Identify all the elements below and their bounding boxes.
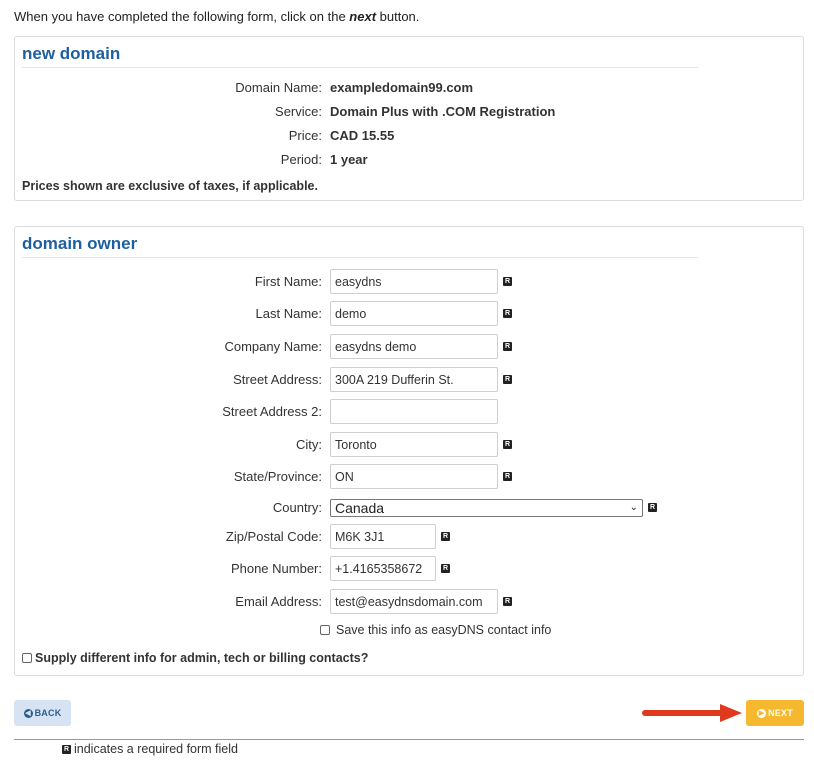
required-icon: R	[648, 503, 657, 512]
service-value: Domain Plus with .COM Registration	[330, 103, 556, 119]
street2-row: Street Address 2:	[15, 399, 498, 424]
required-icon: R	[503, 342, 512, 351]
supply-different-label: Supply different info for admin, tech or…	[35, 651, 369, 665]
country-select[interactable]: Canada ⌄	[330, 498, 643, 517]
required-icon: R	[503, 375, 512, 384]
domain-owner-panel: domain owner First Name: R Last Name: R …	[14, 226, 804, 676]
state-row: State/Province: R	[15, 464, 512, 489]
save-contact-checkbox[interactable]	[320, 625, 330, 635]
supply-different-row[interactable]: Supply different info for admin, tech or…	[22, 651, 368, 665]
street2-label: Street Address 2:	[222, 404, 322, 419]
street-row: Street Address: R	[15, 367, 512, 392]
zip-row: Zip/Postal Code: R	[15, 524, 450, 549]
instructions-emphasis: next	[349, 9, 377, 24]
phone-label: Phone Number:	[230, 561, 322, 576]
next-button[interactable]: ▶ NEXT	[746, 700, 804, 726]
required-icon: R	[503, 472, 512, 481]
domain-name-value: exampledomain99.com	[330, 79, 474, 95]
required-legend-text: indicates a required form field	[74, 742, 238, 756]
save-contact-row[interactable]: Save this info as easyDNS contact info	[320, 623, 551, 637]
service-row: Service: Domain Plus with .COM Registrat…	[15, 99, 555, 123]
period-row: Period: 1 year	[15, 147, 368, 171]
last-name-label: Last Name:	[255, 306, 322, 321]
arrow-right-circle-icon: ▶	[757, 708, 767, 718]
last-name-input[interactable]	[330, 301, 498, 326]
back-button[interactable]: ◀ BACK	[14, 700, 71, 726]
domain-name-row: Domain Name: exampledomain99.com	[15, 75, 473, 99]
back-button-label: BACK	[34, 708, 62, 718]
arrow-left-circle-icon: ◀	[23, 708, 33, 718]
required-icon: R	[503, 277, 512, 286]
country-label: Country:	[272, 500, 322, 515]
zip-label: Zip/Postal Code:	[225, 529, 322, 544]
tax-note: Prices shown are exclusive of taxes, if …	[22, 179, 318, 193]
chevron-down-icon: ⌄	[629, 502, 638, 513]
first-name-label: First Name:	[254, 274, 322, 289]
new-domain-panel: new domain Domain Name: exampledomain99.…	[14, 36, 804, 201]
domain-name-label: Domain Name:	[235, 79, 322, 95]
country-selected-value: Canada	[335, 499, 385, 516]
domain-owner-heading: domain owner	[22, 234, 698, 258]
required-icon: R	[503, 597, 512, 606]
price-value: CAD 15.55	[330, 127, 395, 143]
supply-different-checkbox[interactable]	[22, 653, 32, 663]
company-row: Company Name: R	[15, 334, 512, 359]
price-row: Price: CAD 15.55	[15, 123, 395, 147]
save-contact-label: Save this info as easyDNS contact info	[336, 623, 552, 637]
zip-input[interactable]	[330, 524, 436, 549]
email-row: Email Address: R	[15, 589, 512, 614]
first-name-input[interactable]	[330, 269, 498, 294]
phone-row: Phone Number: R	[15, 556, 450, 581]
phone-input[interactable]	[330, 556, 436, 581]
required-legend: R indicates a required form field	[62, 742, 238, 756]
required-icon: R	[62, 744, 71, 754]
company-input[interactable]	[330, 334, 498, 359]
required-icon: R	[441, 564, 450, 573]
red-arrow-annotation	[642, 704, 742, 722]
required-icon: R	[503, 309, 512, 318]
city-label: City:	[296, 437, 322, 452]
street-label: Street Address:	[233, 372, 322, 387]
email-label: Email Address:	[235, 594, 322, 609]
email-input[interactable]	[330, 589, 498, 614]
state-input[interactable]	[330, 464, 498, 489]
city-input[interactable]	[330, 432, 498, 457]
street-input[interactable]	[330, 367, 498, 392]
price-label: Price:	[288, 127, 322, 143]
first-name-row: First Name: R	[15, 269, 512, 294]
country-row: Country: Canada ⌄ R	[15, 495, 657, 520]
next-button-label: NEXT	[768, 708, 793, 718]
instructions-text: When you have completed the following fo…	[14, 9, 420, 24]
period-value: 1 year	[330, 151, 368, 167]
company-label: Company Name:	[224, 339, 322, 354]
service-label: Service:	[275, 103, 322, 119]
required-icon: R	[503, 440, 512, 449]
required-icon: R	[441, 532, 450, 541]
street2-input[interactable]	[330, 399, 498, 424]
footer-divider	[14, 739, 804, 740]
city-row: City: R	[15, 432, 512, 457]
period-label: Period:	[280, 151, 322, 167]
state-label: State/Province:	[233, 469, 322, 484]
new-domain-heading: new domain	[22, 44, 698, 68]
last-name-row: Last Name: R	[15, 301, 512, 326]
